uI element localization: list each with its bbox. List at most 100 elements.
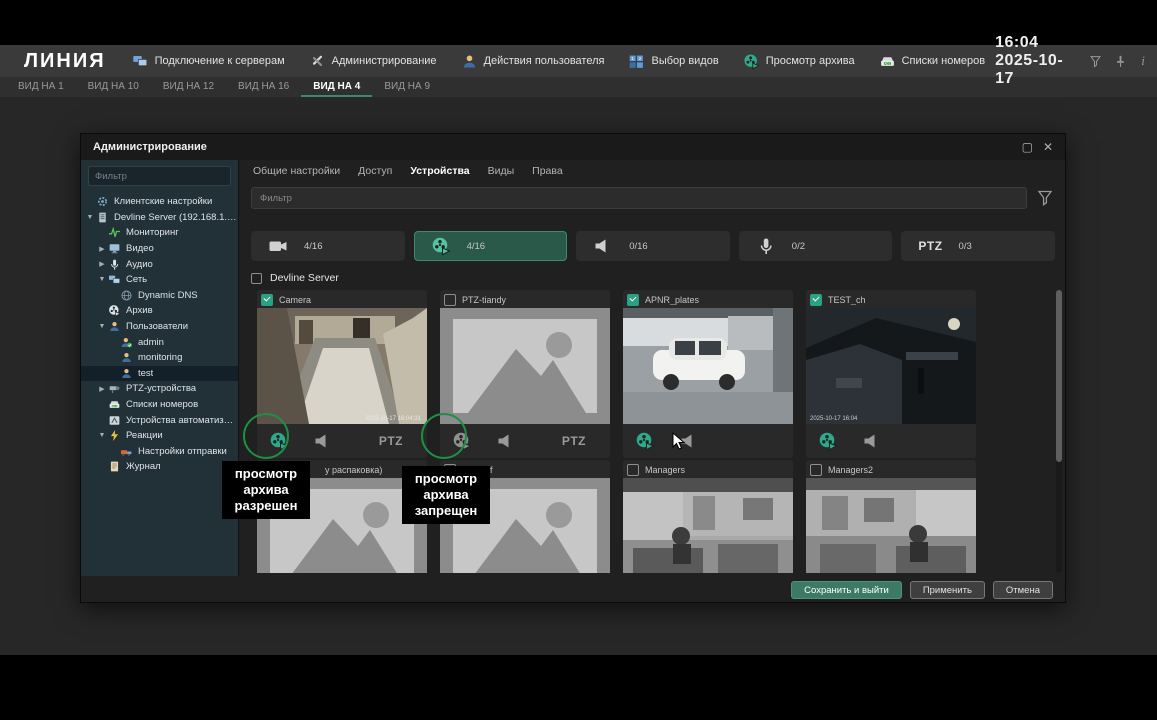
tree-item-ptz-устройства[interactable]: ▶PTZ-устройства <box>81 381 238 397</box>
speaker-icon[interactable] <box>496 431 516 451</box>
camera-cell-managers2: Managers2 <box>806 460 976 573</box>
expander-icon[interactable]: ▼ <box>97 323 107 330</box>
camera-name: у распаковка) <box>325 465 382 475</box>
funnel-icon[interactable] <box>1088 52 1103 70</box>
view-tab-вид-на-16[interactable]: ВИД НА 16 <box>226 77 301 97</box>
svg-text:2025-10-17 16:04:31: 2025-10-17 16:04:31 <box>365 416 421 422</box>
tree-item-журнал[interactable]: Журнал <box>81 459 238 475</box>
menu-item-списки-номеров[interactable]: AC-1Списки номеров <box>869 49 996 74</box>
server-icon <box>95 211 109 224</box>
menu-item-действия-пользователя[interactable]: Действия пользователя <box>451 49 615 74</box>
expander-icon[interactable]: ▶ <box>97 260 107 268</box>
settings-tab-права[interactable]: Права <box>532 165 563 177</box>
svg-text:2025-10-17 16:04: 2025-10-17 16:04 <box>810 416 858 422</box>
tree-item-сеть[interactable]: ▼Сеть <box>81 272 238 288</box>
camera-checkbox[interactable] <box>261 294 273 306</box>
button-отмена[interactable]: Отмена <box>993 581 1053 599</box>
settings-tab-виды[interactable]: Виды <box>488 165 515 177</box>
camera-checkbox[interactable] <box>444 294 456 306</box>
counter-mic[interactable]: 0/2 <box>739 231 893 261</box>
camera-checkbox[interactable] <box>627 464 639 476</box>
view-tab-вид-на-9[interactable]: ВИД НА 9 <box>372 77 442 97</box>
tree-item-monitoring[interactable]: monitoring <box>81 350 238 366</box>
grid-scrollbar[interactable] <box>1056 290 1062 573</box>
server-checkbox[interactable] <box>251 273 262 284</box>
save-and-exit-button[interactable]: Сохранить и выйти <box>791 581 902 599</box>
camera-thumbnail[interactable] <box>623 478 793 573</box>
tree-item-списки-номеров[interactable]: AC-1Списки номеров <box>81 397 238 413</box>
filter-funnel-icon[interactable] <box>1035 188 1055 208</box>
tree-item-реакции[interactable]: ▼Реакции <box>81 428 238 444</box>
dialog-titlebar: Администрирование ▢ ✕ <box>81 134 1065 160</box>
settings-tab-общие-настройки[interactable]: Общие настройки <box>253 165 340 177</box>
tree-item-аудио[interactable]: ▶Аудио <box>81 256 238 272</box>
ptz-label[interactable]: PTZ <box>562 434 586 448</box>
tree-item-настройки-отправки[interactable]: Настройки отправки <box>81 444 238 460</box>
tree-item-admin[interactable]: admin <box>81 334 238 350</box>
speaker-icon[interactable] <box>313 431 333 451</box>
view-tab-вид-на-1[interactable]: ВИД НА 1 <box>6 77 76 97</box>
ptz-label[interactable]: PTZ <box>379 434 403 448</box>
view-tab-вид-на-12[interactable]: ВИД НА 12 <box>151 77 226 97</box>
info-icon[interactable]: i <box>1138 52 1148 70</box>
camera-thumbnail[interactable] <box>623 308 793 424</box>
tree-item-test[interactable]: test <box>81 366 238 382</box>
camera-thumbnail[interactable]: 2025-10-17 16:04 <box>806 308 976 424</box>
expander-icon[interactable]: ▼ <box>85 214 95 221</box>
dialog-maximize-button[interactable]: ▢ <box>1022 141 1033 153</box>
tree-item-devline-server-192-168-1-27[interactable]: ▼Devline Server (192.168.1.27) <box>81 210 238 226</box>
camera-checkbox[interactable] <box>810 294 822 306</box>
gear-icon <box>95 195 109 208</box>
monitoring-icon <box>107 226 121 239</box>
button-применить[interactable]: Применить <box>910 581 985 599</box>
camera-checkbox[interactable] <box>627 294 639 306</box>
view-tab-вид-на-10[interactable]: ВИД НА 10 <box>76 77 151 97</box>
archive-reel-icon[interactable] <box>635 431 655 451</box>
camera-name: TEST_ch <box>828 295 866 305</box>
menu-item-подключение-к-серверам[interactable]: Подключение к серверам <box>122 49 295 74</box>
pin-icon[interactable] <box>1113 52 1128 70</box>
tree-item-мониторинг[interactable]: Мониторинг <box>81 225 238 241</box>
counter-reel[interactable]: 4/16 <box>414 231 568 261</box>
grid-scrollbar-thumb[interactable] <box>1056 290 1062 462</box>
camera-checkbox[interactable] <box>810 464 822 476</box>
tree-filter-input[interactable] <box>88 166 231 186</box>
camera-name: Managers <box>645 465 685 475</box>
camera-thumbnail[interactable]: 2025-10-17 16:04:31 <box>257 308 427 424</box>
tree-item-архив[interactable]: Архив <box>81 303 238 319</box>
dialog-close-button[interactable]: ✕ <box>1043 141 1053 153</box>
counter-ptz-text[interactable]: PTZ0/3 <box>901 231 1055 261</box>
speaker-icon[interactable] <box>862 431 882 451</box>
tree-item-dynamic-dns[interactable]: Dynamic DNS <box>81 288 238 304</box>
camera-thumbnail[interactable] <box>440 308 610 424</box>
dialog-title: Администрирование <box>93 141 207 153</box>
tree-item-пользователи[interactable]: ▼Пользователи <box>81 319 238 335</box>
main-toolbar: ЛИНИЯ Подключение к серверамАдминистриро… <box>0 45 1157 77</box>
expander-icon[interactable]: ▶ <box>97 245 107 253</box>
ptzcam-icon <box>107 382 121 395</box>
reel-icon <box>743 53 760 70</box>
send-icon <box>119 445 133 458</box>
svg-text:AC-1: AC-1 <box>112 405 116 408</box>
expander-icon[interactable]: ▶ <box>97 385 107 393</box>
counter-speaker[interactable]: 0/16 <box>576 231 730 261</box>
menu-item-просмотр-архива[interactable]: Просмотр архива <box>733 49 865 74</box>
settings-tab-устройства[interactable]: Устройства <box>410 165 469 177</box>
view-tab-вид-на-4[interactable]: ВИД НА 4 <box>301 77 372 97</box>
devices-filter-input[interactable] <box>251 187 1027 209</box>
network-icon <box>107 273 121 286</box>
tree-item-видео[interactable]: ▶Видео <box>81 241 238 257</box>
menu-item-выбор-видов[interactable]: 12Выбор видов <box>618 49 728 74</box>
tree-item-устройства-автоматизации[interactable]: Устройства автоматизации <box>81 412 238 428</box>
counter-camcorder[interactable]: 4/16 <box>251 231 405 261</box>
archive-reel-icon[interactable] <box>818 431 838 451</box>
mic-icon <box>107 258 121 271</box>
expander-icon[interactable]: ▼ <box>97 432 107 439</box>
tree-item-клиентские-настройки[interactable]: Клиентские настройки <box>81 194 238 210</box>
menu-item-администрирование[interactable]: Администрирование <box>299 49 447 74</box>
expander-icon[interactable]: ▼ <box>97 276 107 283</box>
tree-list: Клиентские настройки▼Devline Server (192… <box>81 190 238 576</box>
person-icon <box>119 351 133 364</box>
camera-thumbnail[interactable] <box>806 478 976 573</box>
settings-tab-доступ[interactable]: Доступ <box>358 165 392 177</box>
